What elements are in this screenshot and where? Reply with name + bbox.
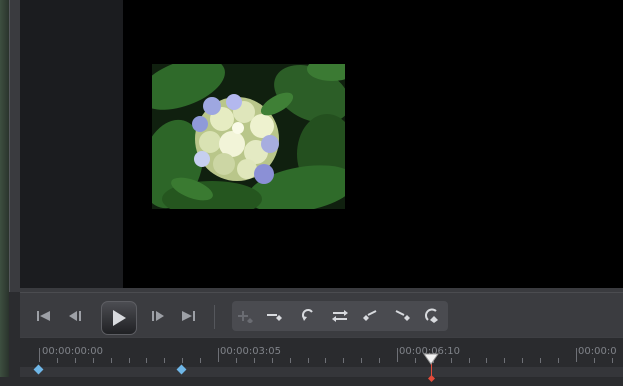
duplicate-keyframe-button[interactable] (420, 301, 446, 331)
ruler-minor-tick (522, 358, 523, 363)
ruler-major-tick (576, 348, 577, 362)
clip-image-hydrangea[interactable] (152, 64, 345, 209)
step-back-icon (69, 311, 81, 321)
ruler-minor-tick (594, 358, 595, 363)
next-keyframe-button[interactable] (390, 301, 416, 331)
ruler-minor-tick (415, 358, 416, 363)
swap-icon (332, 310, 348, 322)
timecode-label: 00:00:0 (578, 346, 617, 357)
ruler-minor-tick (612, 358, 613, 363)
ruler-minor-tick (272, 358, 273, 363)
ruler-major-tick (397, 348, 398, 362)
remove-keyframe-button[interactable] (262, 301, 288, 331)
controls-separator (214, 305, 215, 329)
ruler-minor-tick (75, 358, 76, 363)
ruler-minor-tick (129, 358, 130, 363)
playhead-handle[interactable] (423, 350, 439, 365)
go-to-end-button[interactable] (177, 301, 199, 331)
ruler-minor-tick (200, 358, 201, 363)
ruler-minor-tick (540, 358, 541, 363)
ruler-minor-tick (469, 358, 470, 363)
ruler-minor-tick (308, 358, 309, 363)
play-button[interactable] (101, 301, 137, 335)
go-to-start-button[interactable] (33, 301, 55, 331)
ruler-major-tick (218, 348, 219, 362)
skip-start-icon (37, 311, 50, 321)
playhead-marker (428, 367, 435, 382)
remove-keyframe-icon (267, 314, 282, 321)
preview-left-area (20, 0, 123, 288)
keyframe-track[interactable] (20, 367, 623, 377)
ruler-minor-tick (254, 358, 255, 363)
rotate-keyframe-button[interactable] (296, 301, 322, 331)
ruler-minor-tick (504, 358, 505, 363)
next-frame-button[interactable] (146, 301, 170, 331)
next-keyframe-icon (395, 310, 410, 321)
previous-keyframe-button[interactable] (358, 301, 384, 331)
ruler-minor-tick (146, 358, 147, 363)
playhead-marker-icon (428, 375, 435, 382)
timecode-label: 00:00:03:05 (220, 346, 282, 357)
ruler-minor-tick (182, 358, 183, 363)
ruler-minor-tick (93, 358, 94, 363)
play-icon (113, 310, 126, 326)
duplicate-keyframe-icon (425, 308, 438, 323)
left-panel-edge (0, 0, 9, 377)
previous-keyframe-icon (363, 310, 377, 321)
ruler-minor-tick (164, 358, 165, 363)
timecode-label: 00:00:00:00 (42, 346, 104, 357)
previous-frame-button[interactable] (64, 301, 88, 331)
add-keyframe-button[interactable] (234, 301, 260, 331)
ruler-minor-tick (57, 358, 58, 363)
skip-end-icon (182, 311, 195, 321)
ruler-minor-tick (236, 358, 237, 363)
ruler-minor-tick (325, 358, 326, 363)
ruler-major-tick (39, 348, 40, 362)
hydrangea-photo (152, 64, 345, 209)
swap-keyframe-button[interactable] (327, 301, 353, 331)
add-keyframe-icon (238, 311, 253, 323)
ruler-minor-tick (343, 358, 344, 363)
ruler-minor-tick (486, 358, 487, 363)
ruler-minor-tick (558, 358, 559, 363)
rotate-icon (302, 309, 313, 321)
ruler-minor-tick (379, 358, 380, 363)
step-forward-icon (152, 311, 164, 321)
ruler-minor-tick (111, 358, 112, 363)
ruler-minor-tick (361, 358, 362, 363)
playhead-triangle-icon (423, 353, 439, 365)
ruler-minor-tick (451, 358, 452, 363)
ruler-minor-tick (290, 358, 291, 363)
